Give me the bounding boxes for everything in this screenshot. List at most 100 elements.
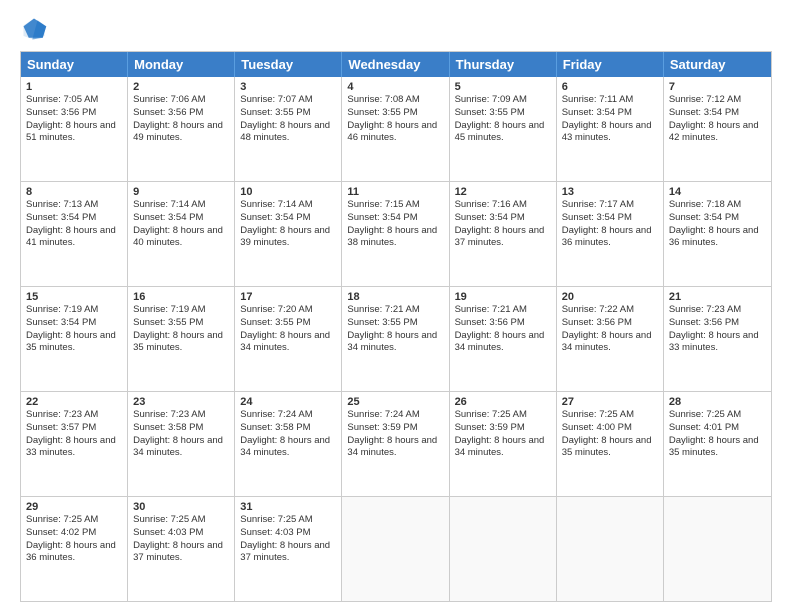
calendar-cell: 29Sunrise: 7:25 AMSunset: 4:02 PMDayligh… <box>21 497 128 601</box>
calendar-cell: 19Sunrise: 7:21 AMSunset: 3:56 PMDayligh… <box>450 287 557 391</box>
info-line: Sunset: 3:54 PM <box>669 107 766 120</box>
info-line: Sunset: 3:56 PM <box>669 317 766 330</box>
info-line: Sunrise: 7:16 AM <box>455 199 551 212</box>
info-line: Sunrise: 7:08 AM <box>347 94 443 107</box>
day-number: 18 <box>347 291 443 303</box>
header-day-friday: Friday <box>557 52 664 77</box>
day-number: 1 <box>26 81 122 93</box>
cell-info: Sunrise: 7:25 AMSunset: 4:02 PMDaylight:… <box>26 514 122 565</box>
calendar-cell: 14Sunrise: 7:18 AMSunset: 3:54 PMDayligh… <box>664 182 771 286</box>
calendar-cell: 13Sunrise: 7:17 AMSunset: 3:54 PMDayligh… <box>557 182 664 286</box>
info-line: Sunset: 4:03 PM <box>133 527 229 540</box>
header-day-monday: Monday <box>128 52 235 77</box>
calendar-cell <box>342 497 449 601</box>
day-number: 13 <box>562 186 658 198</box>
logo <box>20 15 52 43</box>
info-line: Daylight: 8 hours and 37 minutes. <box>240 540 336 566</box>
info-line: Sunset: 3:54 PM <box>133 212 229 225</box>
calendar-header: SundayMondayTuesdayWednesdayThursdayFrid… <box>21 52 771 77</box>
day-number: 31 <box>240 501 336 513</box>
info-line: Daylight: 8 hours and 51 minutes. <box>26 120 122 146</box>
day-number: 12 <box>455 186 551 198</box>
cell-info: Sunrise: 7:19 AMSunset: 3:54 PMDaylight:… <box>26 304 122 355</box>
cell-info: Sunrise: 7:08 AMSunset: 3:55 PMDaylight:… <box>347 94 443 145</box>
cell-info: Sunrise: 7:18 AMSunset: 3:54 PMDaylight:… <box>669 199 766 250</box>
info-line: Sunrise: 7:24 AM <box>347 409 443 422</box>
info-line: Sunrise: 7:15 AM <box>347 199 443 212</box>
info-line: Sunset: 3:54 PM <box>455 212 551 225</box>
day-number: 14 <box>669 186 766 198</box>
info-line: Sunset: 4:02 PM <box>26 527 122 540</box>
info-line: Daylight: 8 hours and 34 minutes. <box>240 330 336 356</box>
cell-info: Sunrise: 7:21 AMSunset: 3:55 PMDaylight:… <box>347 304 443 355</box>
info-line: Sunrise: 7:23 AM <box>26 409 122 422</box>
info-line: Daylight: 8 hours and 35 minutes. <box>26 330 122 356</box>
info-line: Daylight: 8 hours and 34 minutes. <box>240 435 336 461</box>
info-line: Sunset: 3:55 PM <box>347 317 443 330</box>
calendar-cell: 27Sunrise: 7:25 AMSunset: 4:00 PMDayligh… <box>557 392 664 496</box>
day-number: 15 <box>26 291 122 303</box>
info-line: Daylight: 8 hours and 35 minutes. <box>669 435 766 461</box>
info-line: Daylight: 8 hours and 36 minutes. <box>26 540 122 566</box>
cell-info: Sunrise: 7:14 AMSunset: 3:54 PMDaylight:… <box>133 199 229 250</box>
cell-info: Sunrise: 7:09 AMSunset: 3:55 PMDaylight:… <box>455 94 551 145</box>
header-day-sunday: Sunday <box>21 52 128 77</box>
header-day-tuesday: Tuesday <box>235 52 342 77</box>
cell-info: Sunrise: 7:16 AMSunset: 3:54 PMDaylight:… <box>455 199 551 250</box>
calendar-cell: 21Sunrise: 7:23 AMSunset: 3:56 PMDayligh… <box>664 287 771 391</box>
info-line: Sunset: 3:56 PM <box>133 107 229 120</box>
info-line: Daylight: 8 hours and 48 minutes. <box>240 120 336 146</box>
header-day-thursday: Thursday <box>450 52 557 77</box>
info-line: Daylight: 8 hours and 46 minutes. <box>347 120 443 146</box>
info-line: Daylight: 8 hours and 43 minutes. <box>562 120 658 146</box>
header-day-wednesday: Wednesday <box>342 52 449 77</box>
day-number: 28 <box>669 396 766 408</box>
info-line: Sunrise: 7:14 AM <box>240 199 336 212</box>
calendar-cell: 17Sunrise: 7:20 AMSunset: 3:55 PMDayligh… <box>235 287 342 391</box>
header-day-saturday: Saturday <box>664 52 771 77</box>
info-line: Daylight: 8 hours and 36 minutes. <box>669 225 766 251</box>
day-number: 6 <box>562 81 658 93</box>
calendar-cell: 5Sunrise: 7:09 AMSunset: 3:55 PMDaylight… <box>450 77 557 181</box>
info-line: Sunset: 3:56 PM <box>26 107 122 120</box>
day-number: 22 <box>26 396 122 408</box>
info-line: Sunset: 3:55 PM <box>240 317 336 330</box>
info-line: Sunrise: 7:19 AM <box>26 304 122 317</box>
info-line: Sunset: 3:54 PM <box>26 317 122 330</box>
cell-info: Sunrise: 7:25 AMSunset: 4:03 PMDaylight:… <box>133 514 229 565</box>
calendar-cell: 31Sunrise: 7:25 AMSunset: 4:03 PMDayligh… <box>235 497 342 601</box>
info-line: Sunset: 3:56 PM <box>562 317 658 330</box>
info-line: Daylight: 8 hours and 34 minutes. <box>133 435 229 461</box>
info-line: Daylight: 8 hours and 41 minutes. <box>26 225 122 251</box>
day-number: 30 <box>133 501 229 513</box>
page: SundayMondayTuesdayWednesdayThursdayFrid… <box>0 0 792 612</box>
info-line: Sunrise: 7:21 AM <box>455 304 551 317</box>
cell-info: Sunrise: 7:17 AMSunset: 3:54 PMDaylight:… <box>562 199 658 250</box>
info-line: Sunset: 3:57 PM <box>26 422 122 435</box>
cell-info: Sunrise: 7:23 AMSunset: 3:58 PMDaylight:… <box>133 409 229 460</box>
day-number: 2 <box>133 81 229 93</box>
info-line: Sunrise: 7:12 AM <box>669 94 766 107</box>
info-line: Daylight: 8 hours and 33 minutes. <box>669 330 766 356</box>
info-line: Daylight: 8 hours and 37 minutes. <box>455 225 551 251</box>
cell-info: Sunrise: 7:12 AMSunset: 3:54 PMDaylight:… <box>669 94 766 145</box>
info-line: Sunrise: 7:23 AM <box>669 304 766 317</box>
calendar-cell <box>557 497 664 601</box>
day-number: 17 <box>240 291 336 303</box>
info-line: Daylight: 8 hours and 34 minutes. <box>347 330 443 356</box>
info-line: Sunrise: 7:19 AM <box>133 304 229 317</box>
info-line: Daylight: 8 hours and 34 minutes. <box>455 435 551 461</box>
day-number: 5 <box>455 81 551 93</box>
calendar-cell: 9Sunrise: 7:14 AMSunset: 3:54 PMDaylight… <box>128 182 235 286</box>
calendar-body: 1Sunrise: 7:05 AMSunset: 3:56 PMDaylight… <box>21 77 771 601</box>
info-line: Sunrise: 7:25 AM <box>455 409 551 422</box>
calendar-cell: 7Sunrise: 7:12 AMSunset: 3:54 PMDaylight… <box>664 77 771 181</box>
info-line: Daylight: 8 hours and 40 minutes. <box>133 225 229 251</box>
info-line: Sunrise: 7:14 AM <box>133 199 229 212</box>
calendar-cell: 22Sunrise: 7:23 AMSunset: 3:57 PMDayligh… <box>21 392 128 496</box>
info-line: Sunrise: 7:21 AM <box>347 304 443 317</box>
info-line: Sunrise: 7:17 AM <box>562 199 658 212</box>
info-line: Sunrise: 7:20 AM <box>240 304 336 317</box>
info-line: Sunset: 4:01 PM <box>669 422 766 435</box>
cell-info: Sunrise: 7:25 AMSunset: 3:59 PMDaylight:… <box>455 409 551 460</box>
